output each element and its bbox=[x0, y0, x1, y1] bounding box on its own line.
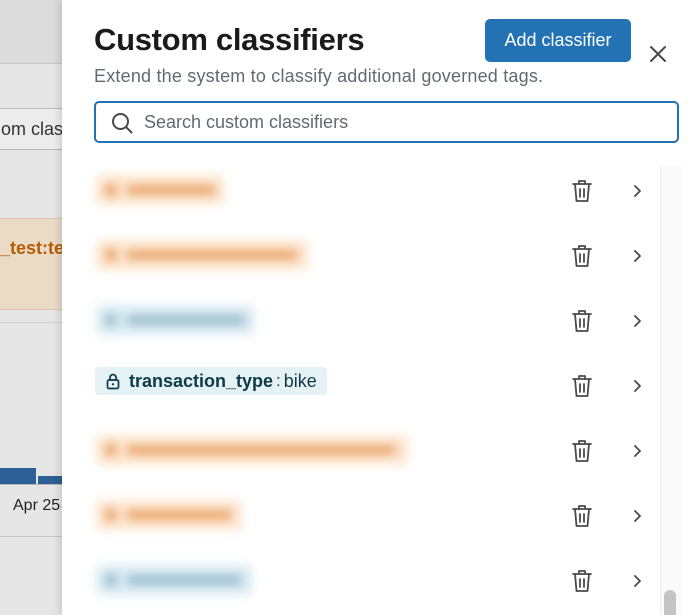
lock-icon bbox=[106, 373, 120, 390]
classifier-key: transaction_type bbox=[129, 370, 274, 391]
trash-icon bbox=[572, 440, 592, 462]
classifier-row[interactable] bbox=[62, 288, 660, 353]
open-classifier-button[interactable] bbox=[630, 377, 644, 395]
open-classifier-button[interactable] bbox=[630, 247, 644, 265]
delete-button[interactable] bbox=[570, 568, 594, 594]
delete-button[interactable] bbox=[570, 178, 594, 204]
delete-button[interactable] bbox=[570, 438, 594, 464]
classifier-tag-redacted bbox=[96, 565, 252, 595]
background-chart-bar bbox=[0, 468, 36, 484]
background-axis-label: Apr 25 bbox=[13, 497, 61, 514]
add-classifier-button[interactable]: Add classifier bbox=[485, 19, 631, 62]
background-divider bbox=[0, 322, 62, 323]
scrollbar-thumb[interactable] bbox=[664, 590, 676, 615]
background-header bbox=[0, 0, 62, 64]
classifier-list: transaction_type : bike bbox=[62, 158, 660, 615]
classifier-tag-redacted bbox=[96, 175, 224, 205]
trash-icon bbox=[572, 310, 592, 332]
drawer-title: Custom classifiers bbox=[94, 22, 365, 57]
classifier-row[interactable] bbox=[62, 483, 660, 548]
chevron-right-icon bbox=[634, 380, 641, 392]
classifier-tag-redacted bbox=[96, 500, 242, 530]
background-divider bbox=[0, 536, 62, 537]
open-classifier-button[interactable] bbox=[630, 572, 644, 590]
open-classifier-button[interactable] bbox=[630, 312, 644, 330]
search-input[interactable] bbox=[144, 103, 664, 141]
background-page: om class _test:te Apr 25 bbox=[0, 0, 62, 615]
open-classifier-button[interactable] bbox=[630, 442, 644, 460]
close-icon bbox=[650, 46, 666, 62]
trash-icon bbox=[572, 245, 592, 267]
background-chart-axis bbox=[0, 484, 62, 485]
delete-button[interactable] bbox=[570, 243, 594, 269]
background-tag-text: _test:te bbox=[0, 238, 62, 258]
classifier-tag: transaction_type : bike bbox=[95, 367, 327, 395]
classifier-separator: : bbox=[276, 371, 281, 390]
classifier-row[interactable] bbox=[62, 223, 660, 288]
scrollbar-track[interactable] bbox=[660, 166, 682, 615]
classifier-value: bike bbox=[283, 370, 317, 391]
custom-classifiers-drawer: Custom classifiers Extend the system to … bbox=[62, 0, 700, 615]
chevron-right-icon bbox=[634, 315, 641, 327]
classifier-row[interactable] bbox=[62, 548, 660, 613]
chevron-right-icon bbox=[634, 575, 641, 587]
classifier-tag-redacted bbox=[96, 240, 308, 270]
classifier-row[interactable]: transaction_type : bike bbox=[62, 353, 660, 418]
open-classifier-button[interactable] bbox=[630, 507, 644, 525]
drawer-subtitle: Extend the system to classify additional… bbox=[94, 66, 544, 86]
background-search-input: om class bbox=[0, 108, 62, 150]
search-icon bbox=[112, 113, 133, 134]
classifier-row[interactable] bbox=[62, 418, 660, 483]
close-button[interactable] bbox=[644, 40, 672, 68]
classifier-tag-redacted bbox=[96, 305, 254, 335]
background-chart-bar bbox=[38, 476, 62, 484]
classifier-row[interactable] bbox=[62, 158, 660, 223]
trash-icon bbox=[572, 505, 592, 527]
background-tag-card bbox=[0, 218, 62, 310]
delete-button[interactable] bbox=[570, 373, 594, 399]
classifier-tag-redacted bbox=[96, 435, 408, 465]
trash-icon bbox=[572, 180, 592, 202]
delete-button[interactable] bbox=[570, 503, 594, 529]
chevron-right-icon bbox=[634, 510, 641, 522]
search-box bbox=[94, 101, 679, 143]
trash-icon bbox=[572, 375, 592, 397]
chevron-right-icon bbox=[634, 445, 641, 457]
chevron-right-icon bbox=[634, 250, 641, 262]
open-classifier-button[interactable] bbox=[630, 182, 644, 200]
trash-icon bbox=[572, 570, 592, 592]
chevron-right-icon bbox=[634, 185, 641, 197]
delete-button[interactable] bbox=[570, 308, 594, 334]
